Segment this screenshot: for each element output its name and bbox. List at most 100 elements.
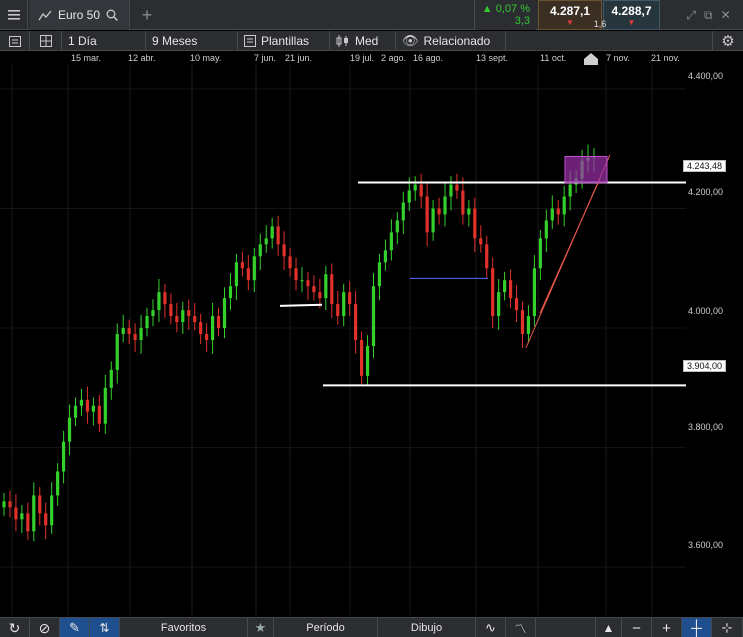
- candle-body: [145, 316, 149, 329]
- candle-body: [246, 268, 250, 281]
- candle-body: [73, 405, 78, 418]
- candle-body: [163, 292, 167, 305]
- candle-body: [377, 262, 382, 287]
- drawing-button[interactable]: Dibujo: [378, 618, 476, 637]
- sort-tool-button[interactable]: ⇅: [90, 618, 120, 637]
- price-tick-label: 3.800,00: [688, 422, 724, 432]
- candle-body: [139, 328, 143, 340]
- candle-body: [32, 495, 36, 532]
- chart-toolbar: 1 Día 9 Meses Plantillas Med 👁 Relaciona…: [0, 31, 743, 51]
- candle-body: [199, 322, 203, 335]
- fit-button[interactable]: ⊹: [712, 618, 743, 637]
- related-label: Relacionado: [423, 34, 491, 48]
- candle-body: [538, 238, 542, 269]
- no-entry-icon: ⊘: [38, 619, 51, 636]
- draw-tool-button[interactable]: ✎: [60, 618, 90, 637]
- clear-button[interactable]: ⊘: [30, 618, 60, 637]
- candle-body: [8, 501, 12, 508]
- candle-body: [395, 220, 399, 233]
- related-button[interactable]: 👁 Relacionado: [396, 31, 506, 51]
- favorites-button[interactable]: Favoritos: [120, 618, 248, 637]
- plus-icon: +: [662, 619, 671, 637]
- popout-icon[interactable]: ⧉: [704, 8, 713, 23]
- indicator-button[interactable]: ∿: [476, 618, 506, 637]
- settings-button[interactable]: ⚙: [712, 31, 743, 51]
- alert-button[interactable]: ▲: [596, 618, 622, 637]
- close-icon[interactable]: ✕: [721, 8, 731, 22]
- price-tick-label: 4.200,00: [688, 187, 724, 197]
- candle-body: [508, 280, 513, 299]
- candle-body: [276, 226, 280, 245]
- price-chart[interactable]: [0, 65, 686, 615]
- layout-grid-button[interactable]: [30, 31, 62, 51]
- change-points: 3,3: [514, 15, 530, 27]
- refresh-button[interactable]: ↻: [0, 618, 30, 637]
- candle-body: [193, 316, 197, 323]
- candle-body: [26, 513, 30, 532]
- date-label: 19 jul.: [350, 53, 375, 63]
- date-axis: 15 mar. 12 abr. 10 may. 7 jun. 21 jun. 1…: [0, 51, 686, 65]
- candle-body: [437, 208, 441, 215]
- list-view-button[interactable]: [0, 31, 30, 51]
- price-tick-label: 3.600,00: [688, 540, 724, 550]
- expand-icon[interactable]: ⤢: [686, 8, 696, 23]
- candle-body: [205, 334, 209, 340]
- candle-body: [389, 232, 393, 251]
- window-controls: ⤢ ⧉ ✕: [674, 0, 743, 30]
- arrows-icon: ⊹: [721, 620, 733, 635]
- wave-icon: ∿: [485, 620, 496, 635]
- down-triangle-icon: ▼: [566, 17, 574, 27]
- candle-body: [103, 387, 107, 424]
- candle-body: [294, 268, 298, 281]
- candle-body: [342, 292, 346, 317]
- candle-body: [20, 513, 24, 520]
- candle-body: [461, 190, 465, 215]
- candle-body: [216, 316, 221, 329]
- hamburger-icon: [7, 10, 20, 20]
- price-tick-label: 4.400,00: [688, 71, 724, 81]
- interval-selector[interactable]: 1 Día: [62, 31, 146, 51]
- candle-body: [520, 310, 525, 335]
- zoom-out-button[interactable]: −: [622, 618, 652, 637]
- candle-body: [187, 310, 191, 317]
- add-tab-button[interactable]: +: [132, 0, 162, 30]
- candle-body: [258, 244, 262, 257]
- candle-body: [568, 184, 572, 197]
- candle-body: [365, 345, 370, 376]
- candle-body: [151, 310, 155, 317]
- home-marker-icon[interactable]: [584, 53, 598, 65]
- candle-body: [133, 334, 137, 340]
- short-level-line: [279, 303, 323, 307]
- period-button[interactable]: Período: [274, 618, 378, 637]
- candle-body: [306, 280, 310, 287]
- candle-body: [264, 238, 268, 245]
- chart-type-selector[interactable]: Med: [330, 31, 396, 51]
- candle-body: [526, 316, 531, 335]
- add-favorite-button[interactable]: ★: [248, 618, 274, 637]
- candle-body: [270, 226, 274, 239]
- candle-body: [234, 262, 239, 287]
- candle-body: [79, 399, 84, 406]
- top-bar: Euro 50 + ▲ 0,07 % 3,3 4.287,1 ▼ 1,6 4.2…: [0, 0, 743, 30]
- interval-label: 1 Día: [68, 34, 97, 48]
- search-icon[interactable]: [106, 9, 119, 21]
- templates-button[interactable]: Plantillas: [238, 31, 330, 51]
- plus-icon: +: [141, 4, 153, 25]
- candle-body: [157, 292, 161, 311]
- change-percent: 0,07 %: [495, 3, 530, 15]
- drawing-label: Dibujo: [410, 622, 443, 634]
- crosshair-button[interactable]: ┼: [682, 618, 712, 637]
- candle-body: [544, 220, 548, 239]
- date-label: 13 sept.: [476, 53, 509, 63]
- candlestick-icon: [336, 35, 348, 47]
- candle-body: [222, 298, 227, 329]
- down-triangle-icon: ▼: [627, 17, 636, 27]
- menu-button[interactable]: [0, 0, 28, 30]
- star-icon: ★: [254, 620, 267, 635]
- compare-button[interactable]: 〽: [506, 618, 536, 637]
- candle-body: [210, 316, 215, 340]
- zoom-in-button[interactable]: +: [652, 618, 682, 637]
- instrument-tab[interactable]: Euro 50: [30, 0, 130, 30]
- candle-body: [14, 507, 18, 520]
- range-selector[interactable]: 9 Meses: [146, 31, 238, 51]
